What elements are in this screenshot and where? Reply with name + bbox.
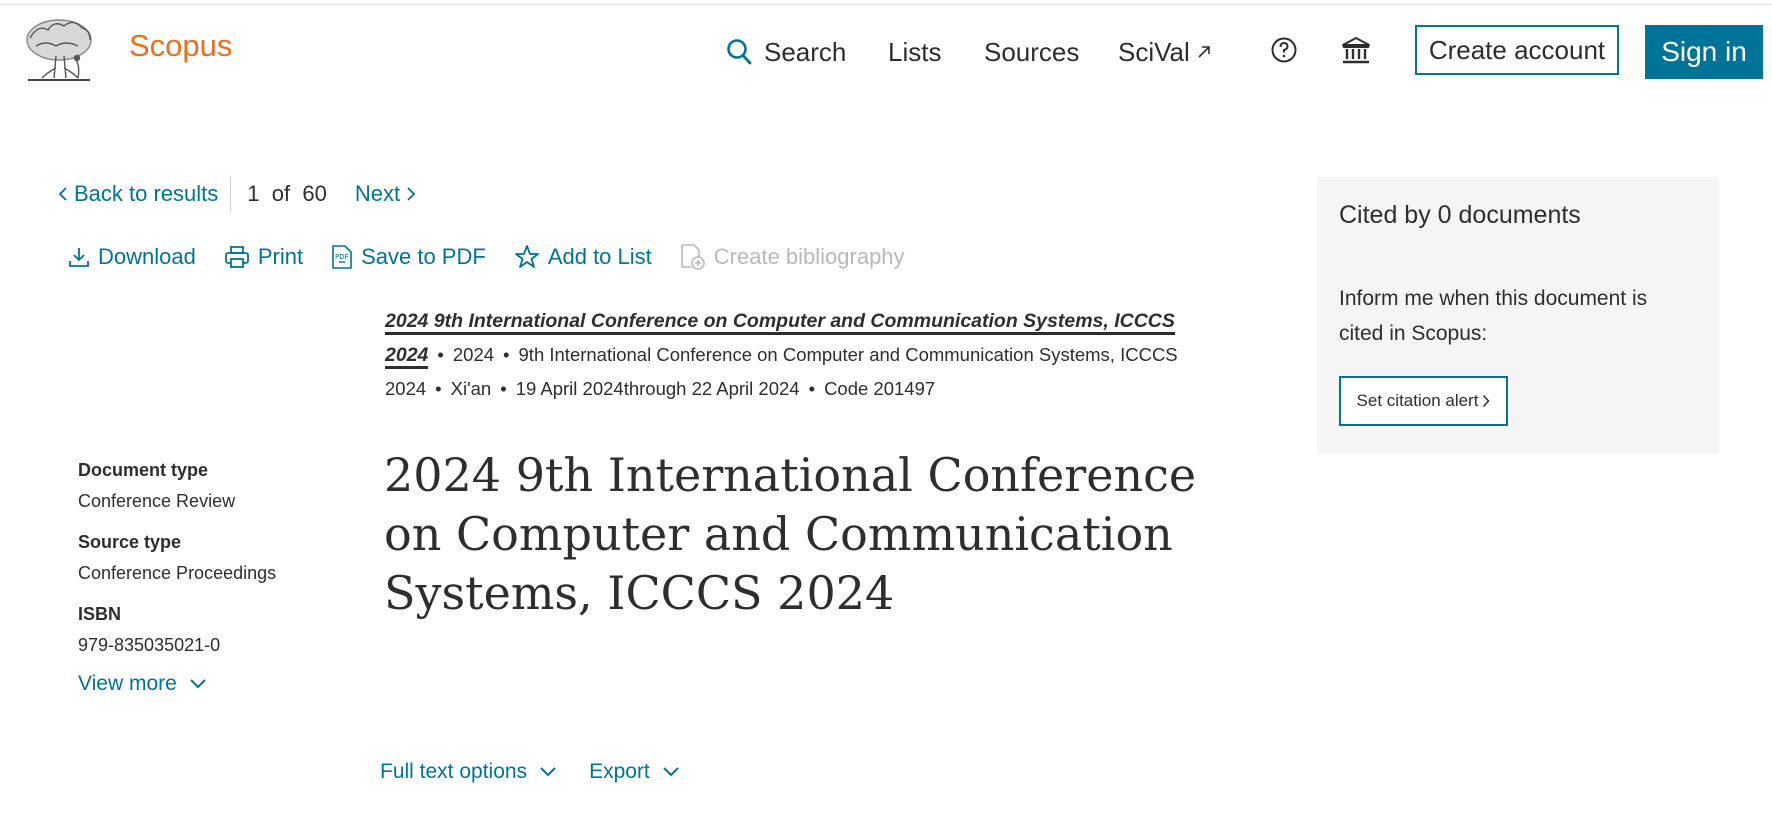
source-year: 2024 <box>452 344 495 365</box>
print-label: Print <box>257 244 304 269</box>
separator-dot: • <box>435 378 442 399</box>
print-button[interactable]: Print <box>224 244 303 270</box>
elsevier-tree-icon <box>26 19 92 81</box>
separator-dot: • <box>437 344 444 365</box>
results-divider <box>230 176 232 212</box>
cited-by-panel: Cited by 0 documents Inform me when this… <box>1317 177 1719 454</box>
elsevier-logo[interactable] <box>20 16 98 86</box>
source-location: Xi'an <box>450 378 492 399</box>
document-toolbar: Download Print PDF Save to PDF Add to Li… <box>68 240 933 274</box>
pdf-icon: PDF <box>332 245 352 269</box>
source-info: 2024 9th International Conference on Com… <box>385 304 1285 405</box>
add-to-list-label: Add to List <box>547 244 652 269</box>
full-text-options-button[interactable]: Full text options <box>380 760 557 784</box>
save-to-pdf-label: Save to PDF <box>361 244 486 269</box>
result-total: 60 <box>302 181 327 206</box>
chevron-right-icon <box>1483 394 1490 408</box>
back-to-results-link[interactable]: Back to results <box>58 181 218 207</box>
svg-text:PDF: PDF <box>335 253 349 261</box>
save-to-pdf-button[interactable]: PDF Save to PDF <box>331 244 486 270</box>
results-navigation: Back to results 1 of 60 Next <box>58 176 416 212</box>
result-current: 1 <box>247 181 260 206</box>
nav-lists[interactable]: Lists <box>888 36 941 68</box>
isbn-value: 979-835035021-0 <box>78 635 221 655</box>
chevron-down-icon <box>190 679 206 689</box>
chevron-down-icon <box>663 767 679 777</box>
institution-icon[interactable] <box>1340 34 1372 71</box>
nav-search-label: Search <box>764 36 847 67</box>
full-text-options-label: Full text options <box>380 760 528 783</box>
download-label: Download <box>98 244 196 269</box>
external-link-icon <box>1198 46 1210 58</box>
separator-dot: • <box>808 378 816 399</box>
chevron-left-icon <box>58 187 67 201</box>
citation-alert-text: Inform me when this document is cited in… <box>1339 287 1648 345</box>
set-citation-alert-label: Set citation alert <box>1356 391 1479 410</box>
printer-icon <box>224 246 249 268</box>
separator-dot: • <box>500 378 507 399</box>
result-position: 1 of 60 <box>247 181 327 207</box>
top-border <box>0 0 1772 5</box>
source-type-label: Source type <box>78 532 182 552</box>
bibliography-icon <box>680 244 705 270</box>
source-type-value: Conference Proceedings <box>78 563 277 583</box>
nav-scival-label: SciVal <box>1118 36 1190 67</box>
nav-sources[interactable]: Sources <box>984 36 1079 68</box>
document-title: 2024 9th International Conference on Com… <box>384 448 1197 620</box>
set-citation-alert-button[interactable]: Set citation alert <box>1339 376 1508 426</box>
result-of: of <box>271 181 291 206</box>
scopus-brand[interactable]: Scopus <box>129 28 232 64</box>
view-more-label: View more <box>78 672 177 695</box>
document-type-value: Conference Review <box>78 491 236 511</box>
chevron-down-icon <box>540 767 556 777</box>
document-metadata: Document type Conference Review Source t… <box>78 460 358 676</box>
document-options: Full text options Export <box>380 760 712 784</box>
sign-in-button[interactable]: Sign in <box>1645 25 1763 79</box>
nav-search[interactable]: Search <box>726 36 846 68</box>
star-icon <box>514 245 539 268</box>
cited-by-title: Cited by 0 documents <box>1339 201 1581 229</box>
back-to-results-label: Back to results <box>74 181 219 206</box>
source-code: Code 201497 <box>824 378 936 399</box>
document-type-label: Document type <box>78 460 209 480</box>
separator-dot: • <box>503 344 510 365</box>
view-more-button[interactable]: View more <box>78 672 207 696</box>
add-to-list-button[interactable]: Add to List <box>514 244 652 270</box>
download-icon <box>69 248 89 267</box>
chevron-right-icon <box>407 187 416 201</box>
nav-scival[interactable]: SciVal <box>1118 36 1212 68</box>
search-icon <box>727 39 752 65</box>
next-result-link[interactable]: Next <box>355 181 416 207</box>
download-button[interactable]: Download <box>68 244 196 270</box>
isbn-label: ISBN <box>78 604 122 624</box>
next-label: Next <box>354 181 401 206</box>
help-icon[interactable] <box>1270 36 1298 69</box>
source-dates: 19 April 2024through 22 April 2024 <box>515 378 800 399</box>
create-bibliography-button[interactable]: Create bibliography <box>680 243 905 271</box>
create-bibliography-label: Create bibliography <box>713 244 905 269</box>
create-account-button[interactable]: Create account <box>1415 25 1619 75</box>
export-label: Export <box>589 760 650 783</box>
export-button[interactable]: Export <box>589 760 680 784</box>
